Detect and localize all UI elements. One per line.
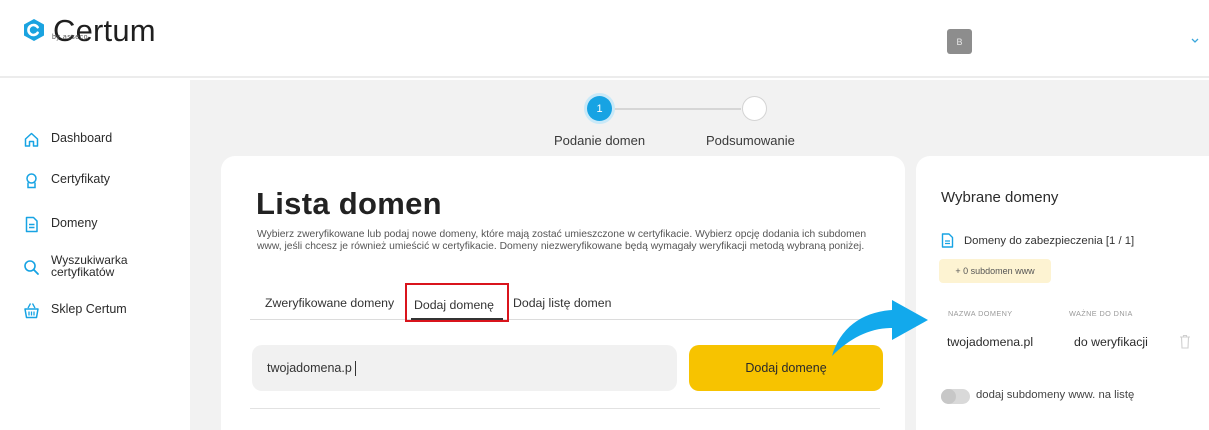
text-caret: [355, 361, 356, 376]
column-valid-until: WAŻNE DO DNIA: [1069, 309, 1133, 318]
user-avatar[interactable]: B: [947, 29, 972, 54]
badge-icon: [26, 173, 37, 189]
page-description: Wybierz zweryfikowane lub podaj nowe dom…: [257, 229, 867, 252]
sidebar-item-certyfikaty[interactable]: Certyfikaty: [23, 172, 110, 189]
sidebar-item-wyszukiwarka[interactable]: Wyszukiwarka certyfikatów: [23, 253, 128, 279]
selected-domain-valid: do weryfikacji: [1074, 335, 1148, 349]
sidebar-item-label: Domeny: [51, 216, 98, 230]
page-title: Lista domen: [256, 186, 442, 221]
www-subdomains-toggle-label: dodaj subdomeny www. na listę: [976, 389, 1135, 401]
selected-domains-title: Wybrane domeny: [941, 189, 1059, 206]
document-icon: [25, 216, 38, 233]
certum-logo-icon: [24, 19, 44, 41]
sidebar-item-label: Sklep Certum: [51, 302, 127, 316]
stepper-connector: [614, 108, 741, 110]
logo-subtext: by asseco: [52, 34, 89, 41]
www-subdomain-badge: + 0 subdomen www: [939, 259, 1051, 283]
pointer-arrow-icon: [832, 300, 928, 356]
toggle-knob: [941, 389, 956, 404]
trash-icon[interactable]: [1179, 334, 1191, 349]
document-icon: [941, 233, 954, 248]
step-1-indicator: 1: [587, 96, 612, 121]
sidebar-item-label: Dashboard: [51, 131, 113, 145]
divider: [250, 408, 880, 409]
column-domain-name: NAZWA DOMENY: [948, 309, 1013, 318]
domains-to-secure: Domeny do zabezpieczenia [1 / 1]: [941, 233, 1134, 248]
selected-domain-name: twojadomena.pl: [947, 335, 1034, 349]
tab-verified-domains[interactable]: Zweryfikowane domeny: [265, 296, 394, 310]
home-icon: [24, 132, 39, 147]
tab-add-domain-list[interactable]: Dodaj listę domen: [513, 296, 611, 310]
chevron-down-icon[interactable]: [1190, 36, 1200, 44]
search-icon: [24, 260, 39, 275]
domains-to-secure-label: Domeny do zabezpieczenia [1 / 1]: [964, 234, 1135, 247]
sidebar-item-dashboard[interactable]: Dashboard: [23, 131, 112, 148]
step-1-label: Podanie domen: [554, 133, 646, 148]
top-header: Certum by asseco B: [0, 0, 1209, 78]
sidebar-item-label: Certyfikaty: [51, 172, 111, 186]
certum-logo[interactable]: Certum: [22, 15, 156, 46]
sidebar-item-domeny[interactable]: Domeny: [23, 216, 98, 233]
sidebar-item-label: Wyszukiwarka certyfikatów: [51, 253, 128, 279]
step-2-label: Podsumowanie: [706, 133, 795, 148]
step-2-indicator: [742, 96, 767, 121]
shop-icon: [24, 303, 39, 319]
domain-input[interactable]: [252, 345, 677, 391]
sidebar-item-sklep[interactable]: Sklep Certum: [23, 302, 127, 319]
highlight-box: [405, 283, 509, 322]
